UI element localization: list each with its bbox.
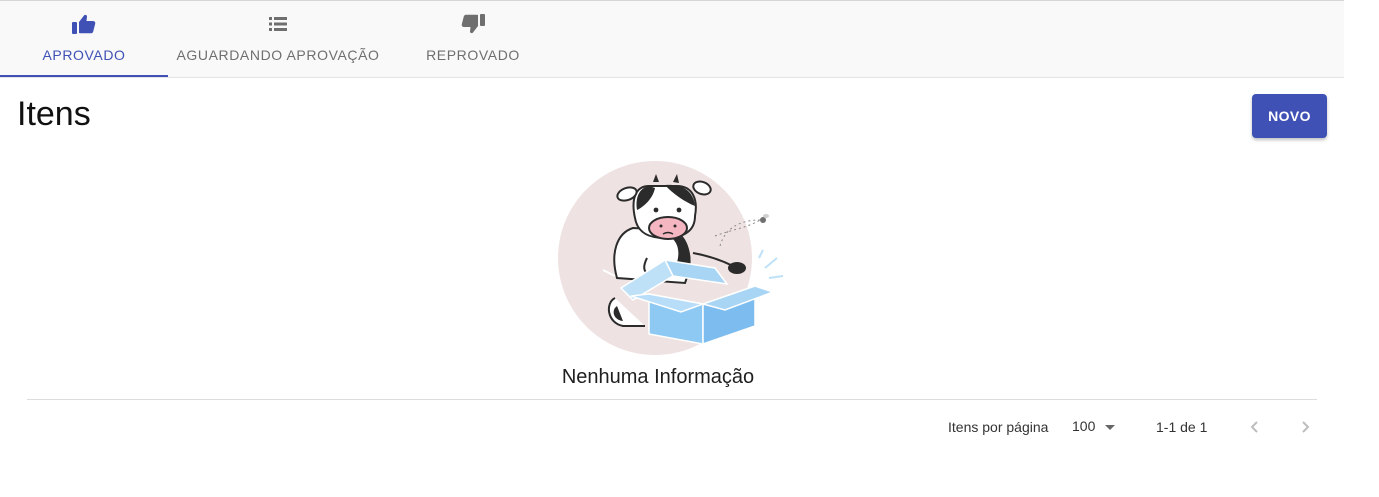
new-button[interactable]: NOVO xyxy=(1252,94,1327,138)
right-gutter xyxy=(1344,0,1379,497)
items-per-page-value: 100 xyxy=(1072,418,1096,434)
items-per-page-select[interactable]: 100 xyxy=(1072,418,1116,434)
chevron-left-icon xyxy=(1249,420,1261,437)
cow-in-box-illustration xyxy=(555,158,790,358)
tab-aguardando-aprovacao[interactable]: AGUARDANDO APROVAÇÃO xyxy=(168,1,388,77)
chevron-right-icon xyxy=(1299,420,1311,437)
dropdown-arrow-icon xyxy=(1105,424,1116,430)
paginator: Itens por página 100 1-1 de 1 xyxy=(940,413,1320,441)
tab-label: APROVADO xyxy=(42,47,126,63)
thumb-up-icon xyxy=(71,13,97,35)
next-page-button[interactable] xyxy=(1292,415,1318,441)
previous-page-button[interactable] xyxy=(1242,415,1268,441)
tab-aprovado[interactable]: APROVADO xyxy=(0,1,168,77)
thumb-down-icon xyxy=(460,13,486,35)
tab-label: AGUARDANDO APROVAÇÃO xyxy=(176,47,380,63)
tab-bar: APROVADO AGUARDANDO APROVAÇÃO REPROVADO xyxy=(0,1,1344,78)
table-divider xyxy=(27,399,1317,400)
page-title: Itens xyxy=(17,95,91,133)
page-range-label: 1-1 de 1 xyxy=(1156,419,1208,435)
items-per-page-label: Itens por página xyxy=(948,419,1049,435)
tab-reprovado[interactable]: REPROVADO xyxy=(388,1,558,77)
list-icon xyxy=(265,13,291,35)
tab-label: REPROVADO xyxy=(426,47,520,63)
empty-state-message: Nenhuma Informação xyxy=(561,366,755,388)
